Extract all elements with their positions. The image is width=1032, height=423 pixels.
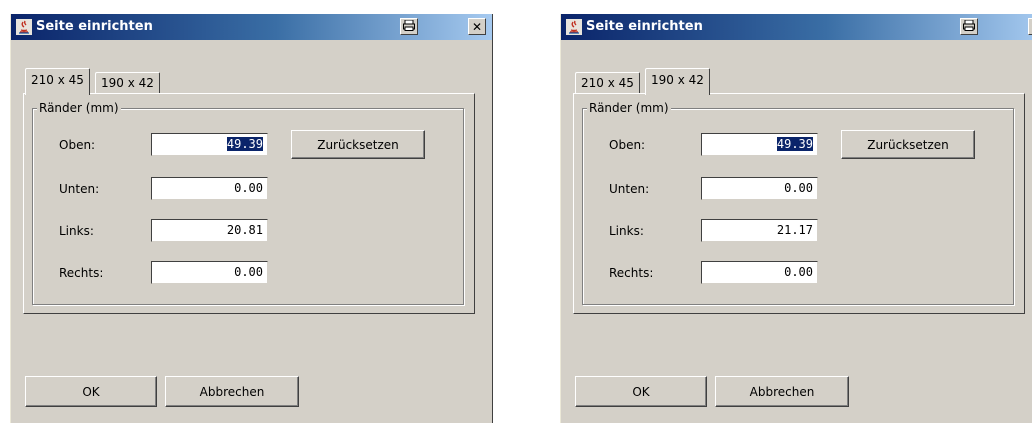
left-label: Links:	[609, 224, 644, 238]
left-margin-input[interactable]: 20.81	[151, 219, 268, 242]
java-icon	[566, 19, 582, 35]
title-bar[interactable]: Seite einrichten ✕	[561, 14, 1032, 40]
group-label: Ränder (mm)	[587, 101, 671, 115]
right-label: Rechts:	[609, 266, 654, 280]
bottom-margin-input[interactable]: 0.00	[701, 177, 818, 200]
tab-panel: Ränder (mm) Oben: 49.39 Zurücksetzen Unt…	[23, 93, 475, 314]
margins-group: Ränder (mm) Oben: 49.39 Zurücksetzen Unt…	[582, 101, 1014, 305]
right-margin-input[interactable]: 0.00	[701, 261, 818, 284]
bottom-margin-input[interactable]: 0.00	[151, 177, 268, 200]
top-label: Oben:	[609, 138, 646, 152]
title-bar[interactable]: Seite einrichten ✕	[11, 14, 492, 40]
top-margin-input[interactable]: 49.39	[151, 133, 268, 156]
top-label: Oben:	[59, 138, 96, 152]
right-label: Rechts:	[59, 266, 104, 280]
dialog-title: Seite einrichten	[586, 19, 703, 34]
bottom-label: Unten:	[59, 182, 100, 196]
top-margin-input[interactable]: 49.39	[701, 133, 818, 156]
close-button[interactable]: ✕	[468, 18, 486, 35]
reset-button[interactable]: Zurücksetzen	[291, 130, 425, 159]
close-button[interactable]: ✕	[1028, 18, 1032, 35]
right-margin-input[interactable]: 0.00	[151, 261, 268, 284]
left-margin-input[interactable]: 21.17	[701, 219, 818, 242]
reset-button[interactable]: Zurücksetzen	[841, 130, 975, 159]
bottom-label: Unten:	[609, 182, 650, 196]
margins-group: Ränder (mm) Oben: 49.39 Zurücksetzen Unt…	[32, 101, 464, 305]
close-icon: ✕	[471, 19, 483, 34]
tab-210x45[interactable]: 210 x 45	[575, 72, 640, 93]
tab-panel: Ränder (mm) Oben: 49.39 Zurücksetzen Unt…	[573, 93, 1025, 314]
page-setup-dialog-2: Seite einrichten ✕ 210 x 45 190 x 42 Rän…	[560, 14, 1032, 423]
cancel-button[interactable]: Abbrechen	[715, 376, 849, 407]
tab-190x42[interactable]: 190 x 42	[95, 72, 160, 93]
tab-210x45[interactable]: 210 x 45	[25, 68, 90, 95]
left-label: Links:	[59, 224, 94, 238]
print-button[interactable]	[960, 18, 978, 35]
java-icon	[16, 19, 32, 35]
top-margin-value: 49.39	[226, 137, 263, 151]
dialog-title: Seite einrichten	[36, 19, 153, 34]
cancel-button[interactable]: Abbrechen	[165, 376, 299, 407]
group-label: Ränder (mm)	[37, 101, 121, 115]
page-setup-dialog-1: Seite einrichten ✕ 210 x 45 190 x 42 Rän…	[10, 14, 493, 423]
printer-icon	[403, 19, 415, 34]
ok-button[interactable]: OK	[25, 376, 157, 407]
ok-button[interactable]: OK	[575, 376, 707, 407]
printer-icon	[963, 19, 975, 34]
top-margin-value: 49.39	[776, 137, 813, 151]
print-button[interactable]	[400, 18, 418, 35]
tab-190x42[interactable]: 190 x 42	[645, 68, 710, 95]
